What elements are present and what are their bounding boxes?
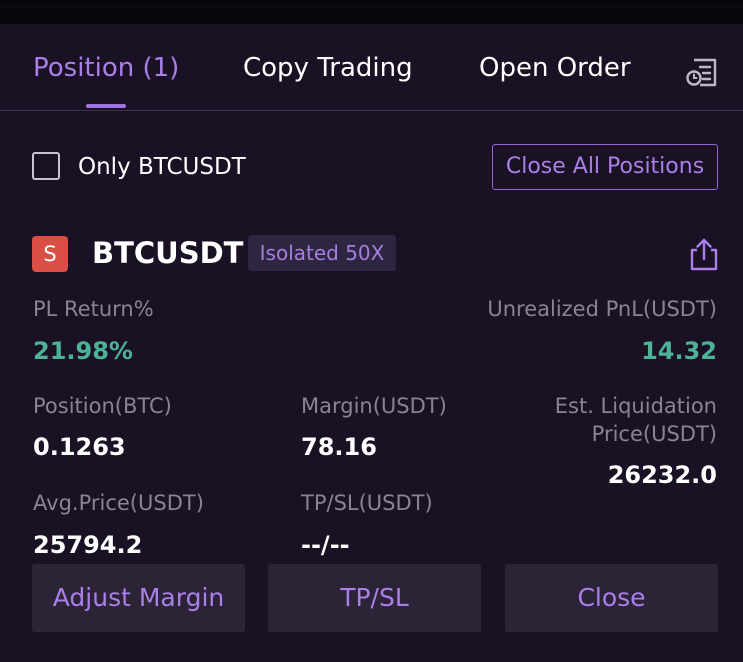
margin-label: Margin(USDT) [301, 394, 447, 418]
tpsl-label: TP/SL(USDT) [301, 491, 433, 515]
tab-bar: Position (1) Copy Trading Open Order [0, 24, 743, 111]
share-icon[interactable] [688, 236, 720, 272]
pl-return-value: 21.98% [33, 337, 133, 365]
position-symbol: BTCUSDT [92, 236, 244, 270]
unrealized-pnl-value: 14.32 [641, 337, 717, 365]
top-bar [0, 0, 743, 24]
order-history-icon[interactable] [684, 54, 720, 90]
margin-value: 78.16 [301, 433, 377, 461]
tabs-divider [0, 110, 743, 111]
position-size-value: 0.1263 [33, 433, 126, 461]
tpsl-value: --/-- [301, 531, 350, 559]
liq-price-value: 26232.0 [607, 461, 717, 489]
short-side-badge: S [32, 236, 68, 272]
only-symbol-checkbox[interactable] [32, 152, 60, 180]
only-symbol-label: Only BTCUSDT [78, 154, 246, 180]
active-tab-indicator [86, 104, 126, 108]
leverage-tag[interactable]: Isolated 50X [248, 235, 396, 271]
tab-copy-trading[interactable]: Copy Trading [243, 52, 413, 84]
close-position-button[interactable]: Close [505, 564, 718, 632]
liq-price-label-line2: Price(USDT) [591, 422, 717, 446]
tpsl-button[interactable]: TP/SL [268, 564, 481, 632]
avg-price-value: 25794.2 [33, 531, 143, 559]
tab-open-order[interactable]: Open Order [479, 52, 631, 84]
position-size-label: Position(BTC) [33, 394, 172, 418]
pl-return-label: PL Return% [33, 297, 154, 321]
liq-price-label-line1: Est. Liquidation [554, 394, 717, 418]
unrealized-pnl-label: Unrealized PnL(USDT) [487, 297, 717, 321]
top-bar-edge [0, 4, 743, 9]
avg-price-label: Avg.Price(USDT) [33, 491, 204, 515]
tab-position[interactable]: Position (1) [33, 52, 179, 84]
adjust-margin-button[interactable]: Adjust Margin [32, 564, 245, 632]
close-all-positions-button[interactable]: Close All Positions [492, 144, 718, 190]
